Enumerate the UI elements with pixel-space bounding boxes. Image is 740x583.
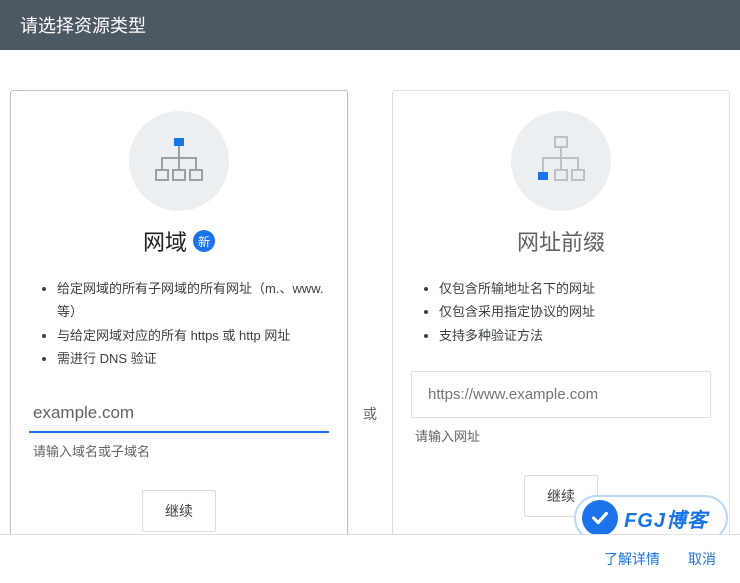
domain-title: 网域 [143,225,187,257]
dialog-footer: 了解详情 取消 [0,534,740,583]
card-domain[interactable]: 网域 新 给定网域的所有子网域的所有网址（m.、www. 等） 与给定网域对应的… [10,90,348,558]
list-item: 仅包含采用指定协议的网址 [439,300,711,323]
learn-more-link[interactable]: 了解详情 [604,549,660,569]
new-badge: 新 [193,230,215,252]
list-item: 给定网域的所有子网域的所有网址（m.、www. 等） [57,277,329,324]
cancel-button[interactable]: 取消 [688,549,716,569]
prefix-icon-circle [511,111,611,211]
domain-helper: 请输入域名或子域名 [29,441,329,460]
dialog-title: 请选择资源类型 [20,16,146,36]
domain-title-row: 网域 新 [143,225,215,257]
domain-icon-circle [129,111,229,211]
domain-input[interactable] [29,395,329,433]
prefix-input[interactable] [411,371,711,418]
list-item: 仅包含所输地址名下的网址 [439,277,711,300]
list-item: 与给定网域对应的所有 https 或 http 网址 [57,324,329,347]
domain-bullets: 给定网域的所有子网域的所有网址（m.、www. 等） 与给定网域对应的所有 ht… [29,277,329,371]
sitemap-prefix-icon [532,136,590,187]
prefix-title: 网址前缀 [517,225,605,257]
prefix-helper: 请输入网址 [411,426,711,445]
watermark-text: FGJ博客 [624,504,708,533]
or-separator: 或 [348,404,392,424]
checkmark-icon [582,500,618,536]
card-url-prefix[interactable]: 网址前缀 仅包含所输地址名下的网址 仅包含采用指定协议的网址 支持多种验证方法 … [392,90,730,543]
domain-input-wrap: 请输入域名或子域名 [29,395,329,460]
prefix-bullets: 仅包含所输地址名下的网址 仅包含采用指定协议的网址 支持多种验证方法 [411,277,711,347]
dialog-header: 请选择资源类型 [0,0,740,50]
domain-continue-button[interactable]: 继续 [142,490,216,532]
list-item: 需进行 DNS 验证 [57,347,329,370]
prefix-input-wrap: 请输入网址 [411,371,711,445]
content-row: 网域 新 给定网域的所有子网域的所有网址（m.、www. 等） 与给定网域对应的… [0,50,740,558]
list-item: 支持多种验证方法 [439,324,711,347]
prefix-title-row: 网址前缀 [517,225,605,257]
sitemap-icon [150,136,208,187]
